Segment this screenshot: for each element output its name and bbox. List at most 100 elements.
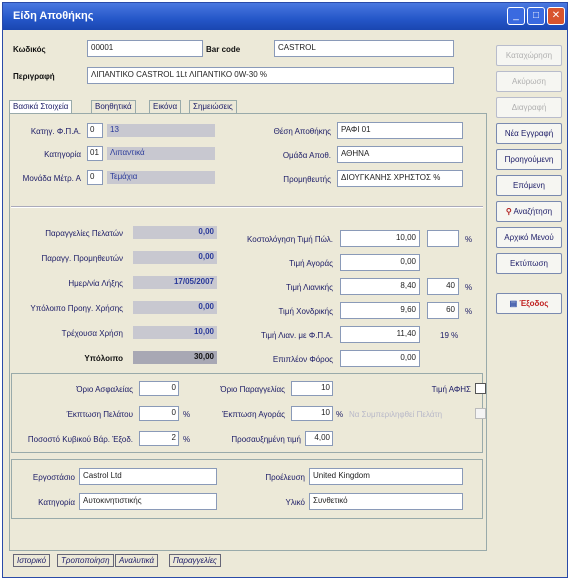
wholesale-pct-unit: % (465, 307, 473, 316)
manufacturer-field[interactable]: Castrol Ltd (79, 468, 217, 485)
delete-button[interactable]: Διαγραφή (496, 97, 562, 118)
barcode-label: Bar code (206, 45, 241, 54)
group-label: Ομάδα Αποθ. (282, 151, 331, 160)
vat-label: Κατηγ. Φ.Π.Α. (30, 127, 81, 136)
category-value: Λιπαντικά (107, 147, 215, 160)
search-button-label: Αναζήτηση (513, 207, 553, 216)
close-button[interactable]: ✕ (547, 7, 565, 25)
vat-value: 13 (107, 124, 215, 137)
supplier-label: Προμηθευτής (283, 175, 331, 184)
wholesale-price-field[interactable]: 9,60 (340, 302, 420, 319)
type-label: Κατηγορία (38, 498, 75, 507)
retail-vat-price-field[interactable]: 11,40 (340, 326, 420, 343)
tab-image[interactable]: Εικόνα (149, 100, 182, 113)
customer-orders-value: 0,00 (133, 226, 217, 239)
extra-tax-label: Επιπλέον Φόρος (272, 355, 333, 364)
customer-discount-label: Έκπτωση Πελάτου (66, 410, 133, 419)
no-discount-checkbox[interactable] (475, 383, 486, 394)
purchase-price-field[interactable]: 0,00 (340, 254, 420, 271)
save-button[interactable]: Καταχώρηση (496, 45, 562, 66)
extra-tax-field[interactable]: 0,00 (340, 350, 420, 367)
expiry-date-value: 17/05/2007 (133, 276, 217, 289)
tab-orders[interactable]: Παραγγελίες (169, 554, 221, 567)
unit-value: Τεμάχια (107, 171, 215, 184)
title-bar: Είδη Αποθήκης _ □ ✕ (3, 3, 567, 30)
category-code-field[interactable]: 01 (87, 146, 103, 161)
include-customer-checkbox[interactable] (475, 408, 486, 419)
reorder-limit-label: Όριο Παραγγελίας (220, 385, 285, 394)
manufacturer-label: Εργοστάσιο (32, 473, 75, 482)
origin-field[interactable]: United Kingdom (309, 468, 463, 485)
next-button[interactable]: Επόμενη (496, 175, 562, 196)
vat-code-field[interactable]: 0 (87, 123, 103, 138)
retail-vat-price-label: Τιμή Λιαν. με Φ.Π.Α. (261, 331, 333, 340)
wholesale-price-label: Τιμή Χονδρικής (278, 307, 333, 316)
increased-price-field[interactable]: 4,00 (305, 431, 333, 446)
current-year-value: 10,00 (133, 326, 217, 339)
tab-analytics[interactable]: Αναλυτικά (115, 554, 159, 567)
search-button[interactable]: ⚲ Αναζήτηση (496, 201, 562, 222)
print-button[interactable]: Εκτύπωση (496, 253, 562, 274)
retail-pct-unit: % (465, 283, 473, 292)
supplier-field[interactable]: ΔΙΟΥΓΚΑΝΗΣ ΧΡΗΣΤΟΣ % (337, 170, 463, 187)
category-label: Κατηγορία (44, 150, 81, 159)
expiry-date-label: Ημερ/νία Λήξης (68, 279, 123, 288)
purchase-discount-label: Έκπτωση Αγοράς (222, 410, 285, 419)
exit-button[interactable]: ▤ Έξοδος (496, 293, 562, 314)
wholesale-pct-field[interactable]: 60 (427, 302, 459, 319)
storage-label: Θέση Αποθήκης (273, 127, 331, 136)
supplier-orders-label: Παραγγ. Προμηθευτών (41, 254, 123, 263)
origin-label: Προέλευση (265, 473, 305, 482)
cost-price-label: Κοστολόγηση Τιμή Πώλ. (247, 235, 333, 244)
supplier-orders-value: 0,00 (133, 251, 217, 264)
inventory-window: Είδη Αποθήκης _ □ ✕ Κωδικός 00001 Bar co… (2, 2, 568, 578)
customer-discount-unit: % (183, 410, 191, 419)
maximize-button[interactable]: □ (527, 7, 545, 25)
previous-button[interactable]: Προηγούμενη (496, 149, 562, 170)
purchase-discount-field[interactable]: 10 (291, 406, 333, 421)
description-field[interactable]: ΛΙΠΑΝΤΙΚΟ CASTROL 1Lt ΛΙΠΑΝΤΙΚΟ 0W-30 % (87, 67, 454, 84)
unit-code-field[interactable]: 0 (87, 170, 103, 185)
minimize-button[interactable]: _ (507, 7, 525, 25)
new-record-button[interactable]: Νέα Εγγραφή (496, 123, 562, 144)
storage-field[interactable]: ΡΑΦΙ 01 (337, 122, 463, 139)
main-menu-button[interactable]: Αρχικό Μενού (496, 227, 562, 248)
tab-notes[interactable]: Σημειώσεις (189, 100, 237, 113)
divider (11, 206, 483, 208)
tab-history[interactable]: Ιστορικό (13, 554, 51, 567)
customer-discount-field[interactable]: 0 (139, 406, 179, 421)
exit-button-label: Έξοδος (519, 299, 549, 308)
tab-modification[interactable]: Τροποποίηση (57, 554, 114, 567)
no-discount-label: Τιμή ΑΦΗΣ (431, 385, 471, 394)
purchase-discount-unit: % (336, 410, 344, 419)
safety-limit-field[interactable]: 0 (139, 381, 179, 396)
previous-balance-value: 0,00 (133, 301, 217, 314)
code-field[interactable]: 00001 (87, 40, 203, 57)
retail-price-field[interactable]: 8,40 (340, 278, 420, 295)
cost-price-field[interactable]: 10,00 (340, 230, 420, 247)
customer-orders-label: Παραγγελίες Πελατών (45, 229, 123, 238)
include-customer-label: Να Συμπεριληφθεί Πελάτη (349, 410, 443, 419)
volume-cost-label: Ποσοστό Κυβικού Βάρ. Έξοδ. (27, 435, 133, 444)
tab-basic[interactable]: Βασικά Στοιχεία (9, 100, 73, 114)
safety-limit-label: Όριο Ασφαλείας (76, 385, 133, 394)
cost-price-pct-field[interactable] (427, 230, 459, 247)
exit-icon: ▤ (509, 299, 518, 308)
unit-label: Μονάδα Μέτρ. Α (22, 174, 81, 183)
balance-label: Υπόλοιπο (84, 354, 123, 363)
description-label: Περιγραφή (13, 72, 55, 81)
barcode-field[interactable]: CASTROL (274, 40, 454, 57)
cancel-button[interactable]: Ακύρωση (496, 71, 562, 92)
group-field[interactable]: ΑΘΗΝΑ (337, 146, 463, 163)
volume-cost-field[interactable]: 2 (139, 431, 179, 446)
vat-rate-unit: 19 % (440, 331, 459, 340)
purchase-price-label: Τιμή Αγοράς (289, 259, 333, 268)
window-title: Είδη Αποθήκης (13, 10, 94, 22)
previous-balance-label: Υπόλοιπο Προηγ. Χρήσης (30, 304, 123, 313)
tab-auxiliary[interactable]: Βοηθητικά (91, 100, 136, 113)
reorder-limit-field[interactable]: 10 (291, 381, 333, 396)
retail-pct-field[interactable]: 40 (427, 278, 459, 295)
cost-price-unit: % (465, 235, 473, 244)
material-field[interactable]: Συνθετικό (309, 493, 463, 510)
type-field[interactable]: Αυτοκινητιστικής (79, 493, 217, 510)
